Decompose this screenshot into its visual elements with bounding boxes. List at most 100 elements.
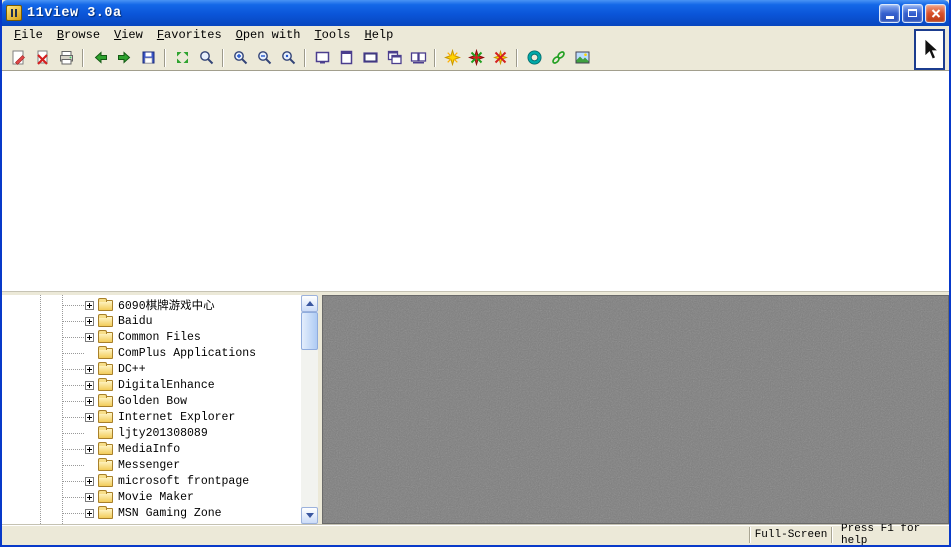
expand-icon[interactable] [85, 381, 94, 390]
print-icon [58, 49, 75, 66]
expand-icon[interactable] [85, 365, 94, 374]
organize-favorites-button[interactable] [464, 47, 488, 69]
view-pages-button[interactable] [334, 47, 358, 69]
fit-window-button[interactable] [170, 47, 194, 69]
folder-icon [98, 364, 113, 375]
tree-item-label[interactable]: MediaInfo [118, 443, 180, 456]
tree-item-label[interactable]: Movie Maker [118, 491, 194, 504]
expand-icon[interactable] [85, 317, 94, 326]
menu-item[interactable]: File [7, 27, 50, 44]
tree-item[interactable]: Movie Maker [2, 489, 301, 505]
menu-item[interactable]: Tools [307, 27, 357, 44]
folder-tree-panel: 6090棋牌游戏中心 Baidu Common Files [2, 295, 318, 524]
zoom-out-button[interactable] [252, 47, 276, 69]
window-title: 11view 3.0a [27, 6, 122, 21]
folder-icon [98, 332, 113, 343]
next-button[interactable] [112, 47, 136, 69]
maximize-button[interactable] [902, 4, 923, 23]
tree-item-label[interactable]: Golden Bow [118, 395, 187, 408]
expand-icon[interactable] [85, 493, 94, 502]
save-button[interactable] [136, 47, 160, 69]
prev-arrow-icon [92, 49, 109, 66]
title-bar[interactable]: 11view 3.0a [2, 0, 949, 26]
scrollbar-thumb[interactable] [301, 312, 318, 350]
tree-item-label[interactable]: Internet Explorer [118, 411, 235, 424]
app-icon[interactable] [6, 5, 22, 21]
link-button[interactable] [546, 47, 570, 69]
tree-item[interactable]: MSN Gaming Zone [2, 505, 301, 521]
thumbnail-panel [322, 295, 949, 524]
menu-item[interactable]: Browse [50, 27, 107, 44]
tree-item[interactable]: Golden Bow [2, 393, 301, 409]
edit-button[interactable] [6, 47, 30, 69]
zoom-in-button[interactable] [228, 47, 252, 69]
menu-item[interactable]: Help [357, 27, 400, 44]
expand-icon[interactable] [85, 333, 94, 342]
close-button[interactable] [925, 4, 946, 23]
tree-item[interactable]: microsoft frontpage [2, 473, 301, 489]
expand-icon[interactable] [85, 301, 94, 310]
tree-item[interactable]: ljty201308089 [2, 425, 301, 441]
maximize-icon [908, 9, 917, 17]
pointer-tool-button[interactable] [914, 29, 945, 70]
tree-item-label[interactable]: microsoft frontpage [118, 475, 249, 488]
wallpaper-button[interactable] [570, 47, 594, 69]
tree-item[interactable]: DC++ [2, 361, 301, 377]
expand-icon[interactable] [85, 445, 94, 454]
folder-icon [98, 380, 113, 391]
menu-item[interactable]: View [107, 27, 150, 44]
tree-item-label[interactable]: DC++ [118, 363, 146, 376]
tree-item[interactable]: Common Files [2, 329, 301, 345]
menu-item[interactable]: Open with [229, 27, 308, 44]
menu-item[interactable]: Favorites [150, 27, 229, 44]
view-wide-button[interactable] [358, 47, 382, 69]
tree-item[interactable]: MediaInfo [2, 441, 301, 457]
expand-icon[interactable] [85, 477, 94, 486]
tree-item[interactable]: ComPlus Applications [2, 345, 301, 361]
tree-item-label[interactable]: MSN Gaming Zone [118, 507, 222, 520]
tree-item-label[interactable]: Messenger [118, 459, 180, 472]
print-button[interactable] [54, 47, 78, 69]
view-overlap-button[interactable] [382, 47, 406, 69]
remove-favorite-button[interactable] [488, 47, 512, 69]
expand-icon[interactable] [85, 413, 94, 422]
delete-icon [34, 49, 51, 66]
tree-item-label[interactable]: ljty201308089 [118, 427, 208, 440]
zoom-actual-button[interactable] [276, 47, 300, 69]
favorite-remove-icon [492, 49, 509, 66]
zoom-in-icon [232, 49, 249, 66]
delete-button[interactable] [30, 47, 54, 69]
previous-button[interactable] [88, 47, 112, 69]
status-message-cell [2, 525, 749, 545]
tree-item-label[interactable]: DigitalEnhance [118, 379, 215, 392]
zoom-actual-icon [280, 49, 297, 66]
tree-item[interactable]: 6090棋牌游戏中心 [2, 297, 301, 313]
tree-item-label[interactable]: Common Files [118, 331, 201, 344]
minimize-button[interactable] [879, 4, 900, 23]
tree-item-label[interactable]: ComPlus Applications [118, 347, 256, 360]
scroll-up-button[interactable] [301, 295, 318, 312]
tree-item[interactable]: Internet Explorer [2, 409, 301, 425]
tree-item-label[interactable]: 6090棋牌游戏中心 [118, 297, 215, 313]
expand-icon[interactable] [85, 509, 94, 518]
view-dual-button[interactable] [406, 47, 430, 69]
cursor-arrow-icon [919, 37, 941, 63]
add-favorite-button[interactable] [440, 47, 464, 69]
options-button[interactable] [522, 47, 546, 69]
wallpaper-icon [574, 49, 591, 66]
tree-item[interactable]: DigitalEnhance [2, 377, 301, 393]
view-single-button[interactable] [310, 47, 334, 69]
expand-icon[interactable] [85, 397, 94, 406]
tree-item[interactable]: Baidu [2, 313, 301, 329]
tree-item-label[interactable]: Baidu [118, 315, 153, 328]
noise-texture [323, 296, 948, 523]
view-button[interactable] [194, 47, 218, 69]
toolbar-separator [304, 49, 306, 67]
magnifier-icon [198, 49, 215, 66]
folder-icon [98, 444, 113, 455]
tree-item[interactable]: Messenger [2, 457, 301, 473]
pages-window-icon [338, 49, 355, 66]
tree-scrollbar[interactable] [301, 295, 318, 524]
toolbar-separator [222, 49, 224, 67]
scroll-down-button[interactable] [301, 507, 318, 524]
